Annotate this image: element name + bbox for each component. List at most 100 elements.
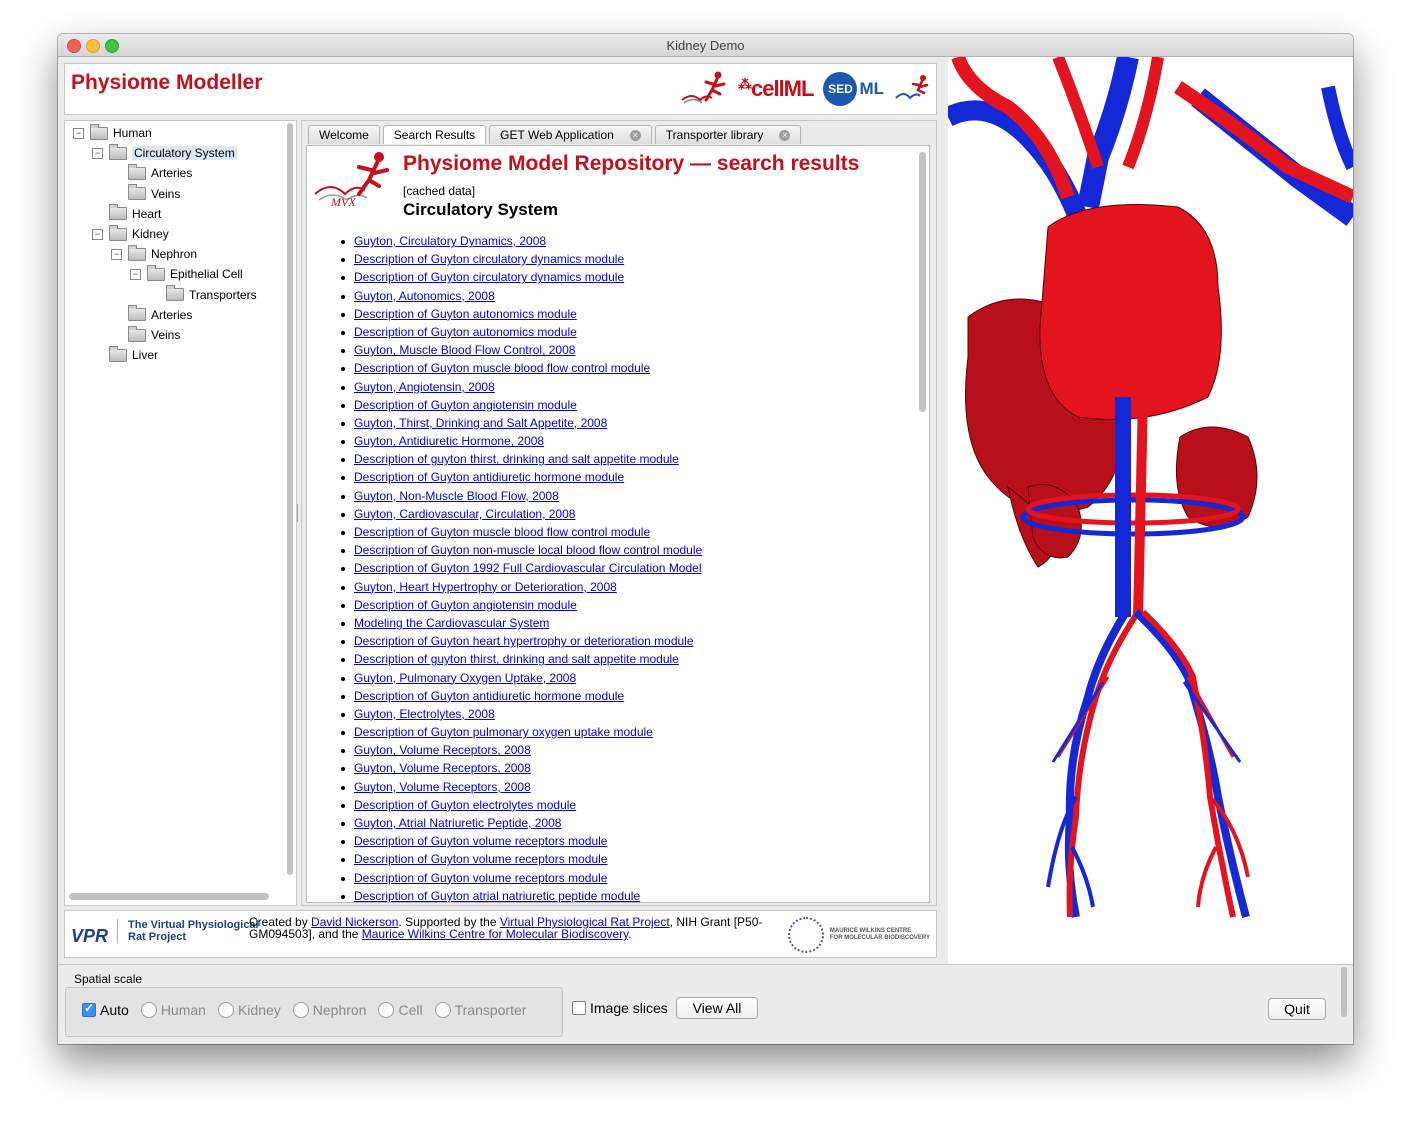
result-link[interactable]: Guyton, Circulatory Dynamics, 2008 — [354, 234, 546, 248]
tree-item[interactable]: − Nephron — [111, 244, 197, 264]
collapse-toggle-icon[interactable]: − — [130, 268, 141, 280]
tree-item[interactable]: Arteries — [111, 163, 192, 183]
result-link[interactable]: Guyton, Cardiovascular, Circulation, 200… — [354, 507, 575, 521]
view-all-button[interactable]: View All — [676, 997, 758, 1019]
scale-tree[interactable]: − Human − Circulatory System Arteries Veins He… — [64, 120, 297, 906]
result-link[interactable]: Guyton, Volume Receptors, 2008 — [354, 761, 531, 775]
result-link[interactable]: Description of Guyton 1992 Full Cardiova… — [354, 561, 702, 575]
quit-button[interactable]: Quit — [1268, 998, 1326, 1020]
tree-item[interactable]: Liver — [92, 345, 158, 365]
vpr-logo: VPR — [71, 926, 109, 946]
tree-item[interactable]: Veins — [111, 325, 180, 345]
tree-item[interactable]: Transporters — [149, 285, 257, 305]
list-item: Description of Guyton pulmonary oxygen u… — [340, 723, 702, 741]
result-link[interactable]: Description of Guyton heart hypertrophy … — [354, 634, 694, 648]
title-bar[interactable]: Kidney Demo — [58, 34, 1353, 57]
result-link[interactable]: Description of Guyton muscle blood flow … — [354, 361, 650, 375]
image-slices-checkbox[interactable] — [572, 1001, 586, 1015]
3d-viewer[interactable] — [948, 57, 1353, 964]
result-link[interactable]: Modeling the Cardiovascular System — [354, 616, 549, 630]
tab-search-results[interactable]: Search Results — [382, 125, 487, 144]
collapse-toggle-icon[interactable]: − — [92, 228, 103, 240]
result-link[interactable]: Guyton, Muscle Blood Flow Control, 2008 — [354, 343, 575, 357]
result-link[interactable]: Description of Guyton pulmonary oxygen u… — [354, 725, 653, 739]
page-title: Physiome Model Repository — search resul… — [403, 152, 860, 198]
folder-icon — [109, 224, 127, 241]
result-link[interactable]: Guyton, Thirst, Drinking and Salt Appeti… — [354, 416, 607, 430]
result-link[interactable]: Description of Guyton circulatory dynami… — [354, 270, 624, 284]
tree-vertical-scrollbar[interactable] — [287, 123, 293, 875]
result-link[interactable]: Description of Guyton atrial natriuretic… — [354, 889, 640, 902]
tab-transporter-library[interactable]: Transporter library × — [654, 125, 802, 144]
pmr-runner-small-icon — [895, 75, 929, 100]
list-item: Guyton, Thirst, Drinking and Salt Appeti… — [340, 414, 702, 432]
tab-welcome[interactable]: Welcome — [308, 125, 380, 144]
tree-item[interactable]: − Kidney — [92, 224, 169, 244]
result-link[interactable]: Guyton, Non-Muscle Blood Flow, 2008 — [354, 489, 559, 503]
scale-radio-transporter[interactable] — [434, 1002, 451, 1018]
result-link[interactable]: Guyton, Pulmonary Oxygen Uptake, 2008 — [354, 671, 576, 685]
tree-item-label: Kidney — [132, 227, 169, 241]
pmr-runner-icon — [681, 71, 726, 104]
list-item: Description of guyton thirst, drinking a… — [340, 650, 702, 668]
result-link[interactable]: Description of guyton thirst, drinking a… — [354, 652, 679, 666]
tree-item[interactable]: Veins — [111, 184, 180, 204]
list-item: Description of Guyton angiotensin module — [340, 396, 702, 414]
result-link[interactable]: Guyton, Electrolytes, 2008 — [354, 707, 495, 721]
list-item: Guyton, Angiotensin, 2008 — [340, 378, 702, 396]
result-link[interactable]: Description of Guyton non-muscle local b… — [354, 543, 702, 557]
result-link[interactable]: Description of Guyton antidiuretic hormo… — [354, 689, 624, 703]
result-link[interactable]: Guyton, Volume Receptors, 2008 — [354, 780, 531, 794]
credits-footer: VPR The Virtual Physiological Rat Projec… — [64, 910, 937, 958]
result-link[interactable]: Description of Guyton muscle blood flow … — [354, 525, 650, 539]
scale-radio-kidney[interactable] — [217, 1002, 234, 1018]
tree-item[interactable]: − Epithelial Cell — [130, 264, 243, 284]
result-link[interactable]: Description of Guyton circulatory dynami… — [354, 252, 624, 266]
auto-checkbox[interactable] — [82, 1001, 96, 1017]
result-link[interactable]: Description of Guyton autonomics module — [354, 325, 577, 339]
tree-item[interactable]: − Human — [73, 123, 152, 143]
scale-radio-cell[interactable] — [378, 1002, 395, 1018]
pmr-logo: MVX — [314, 152, 389, 209]
result-link[interactable]: Guyton, Heart Hypertrophy or Deteriorati… — [354, 580, 617, 594]
tree-item[interactable]: − Circulatory System — [92, 143, 237, 163]
result-link[interactable]: Description of Guyton antidiuretic hormo… — [354, 470, 624, 484]
tab-get-web-application[interactable]: GET Web Application × — [489, 125, 652, 144]
scale-radio-nephron[interactable] — [292, 1002, 309, 1018]
results-scrollbar[interactable] — [919, 152, 926, 412]
scale-radio-human[interactable] — [140, 1002, 157, 1018]
folder-icon — [128, 163, 146, 180]
result-link[interactable]: Guyton, Autonomics, 2008 — [354, 289, 495, 303]
result-link[interactable]: Guyton, Volume Receptors, 2008 — [354, 743, 531, 757]
result-link[interactable]: Description of Guyton volume receptors m… — [354, 852, 607, 866]
result-link[interactable]: Description of Guyton autonomics module — [354, 307, 577, 321]
result-link[interactable]: Guyton, Antidiuretic Hormone, 2008 — [354, 434, 544, 448]
result-link[interactable]: Description of guyton thirst, drinking a… — [354, 452, 679, 466]
result-link[interactable]: Description of Guyton angiotensin module — [354, 598, 577, 612]
close-tab-icon[interactable]: × — [629, 129, 641, 141]
collapse-toggle-icon[interactable]: − — [111, 248, 122, 260]
list-item: Description of Guyton 1992 Full Cardiova… — [340, 559, 702, 577]
result-link[interactable]: Guyton, Angiotensin, 2008 — [354, 380, 495, 394]
page-subtitle: Circulatory System — [403, 200, 558, 219]
result-link[interactable]: Guyton, Atrial Natriuretic Peptide, 2008 — [354, 816, 561, 830]
result-link[interactable]: Description of Guyton electrolytes modul… — [354, 798, 576, 812]
collapse-toggle-icon[interactable]: − — [92, 147, 103, 159]
tree-item[interactable]: Arteries — [111, 305, 192, 325]
result-link[interactable]: Description of Guyton volume receptors m… — [354, 871, 607, 885]
list-item: Description of Guyton atrial natriuretic… — [340, 887, 702, 902]
tree-horizontal-scrollbar[interactable] — [69, 893, 269, 900]
controls-scrollbar[interactable] — [1341, 967, 1347, 1017]
list-item: Guyton, Heart Hypertrophy or Deteriorati… — [340, 578, 702, 596]
list-item: Modeling the Cardiovascular System — [340, 614, 702, 632]
folder-icon — [128, 305, 146, 322]
collapse-toggle-icon[interactable]: − — [73, 127, 84, 139]
close-tab-icon[interactable]: × — [779, 129, 791, 141]
tree-item-label: Transporters — [189, 287, 257, 302]
tree-item[interactable]: Heart — [92, 204, 161, 224]
tree-item-label: Arteries — [151, 166, 193, 181]
mwc-link[interactable]: Maurice Wilkins Centre for Molecular Bio… — [362, 927, 629, 941]
result-link[interactable]: Description of Guyton volume receptors m… — [354, 834, 607, 848]
folder-icon — [109, 143, 127, 160]
result-link[interactable]: Description of Guyton angiotensin module — [354, 398, 577, 412]
